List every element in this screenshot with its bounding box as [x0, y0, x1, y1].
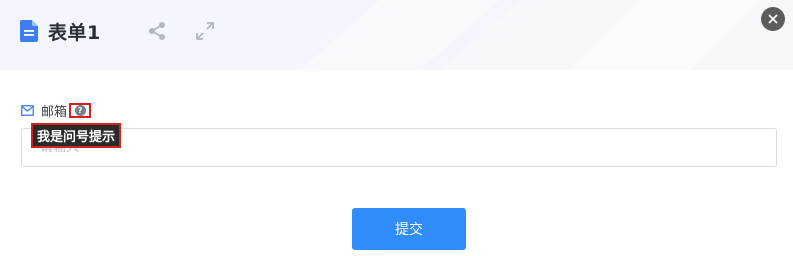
email-input[interactable] [22, 129, 776, 166]
question-icon[interactable]: ? [74, 104, 86, 116]
help-tooltip: 我是问号提示 [31, 123, 122, 148]
email-input-wrapper [21, 128, 777, 167]
document-icon [20, 20, 38, 42]
share-icon[interactable] [146, 20, 168, 42]
title-text: 表单1 [48, 21, 101, 44]
submit-button[interactable]: 提交 [352, 208, 466, 250]
close-icon [768, 14, 778, 24]
close-button[interactable] [761, 7, 785, 31]
email-field-label: 邮箱 ? [21, 101, 92, 120]
mail-icon [21, 104, 34, 116]
header-background [0, 0, 793, 70]
help-highlight[interactable]: ? [69, 102, 92, 118]
expand-icon[interactable] [194, 20, 216, 42]
dialog-title: 表单1 [20, 19, 101, 44]
email-label: 邮箱 [41, 104, 68, 120]
form-dialog: 表单1 邮箱 ? 请输入 我是问号提示 提交 [0, 0, 793, 256]
